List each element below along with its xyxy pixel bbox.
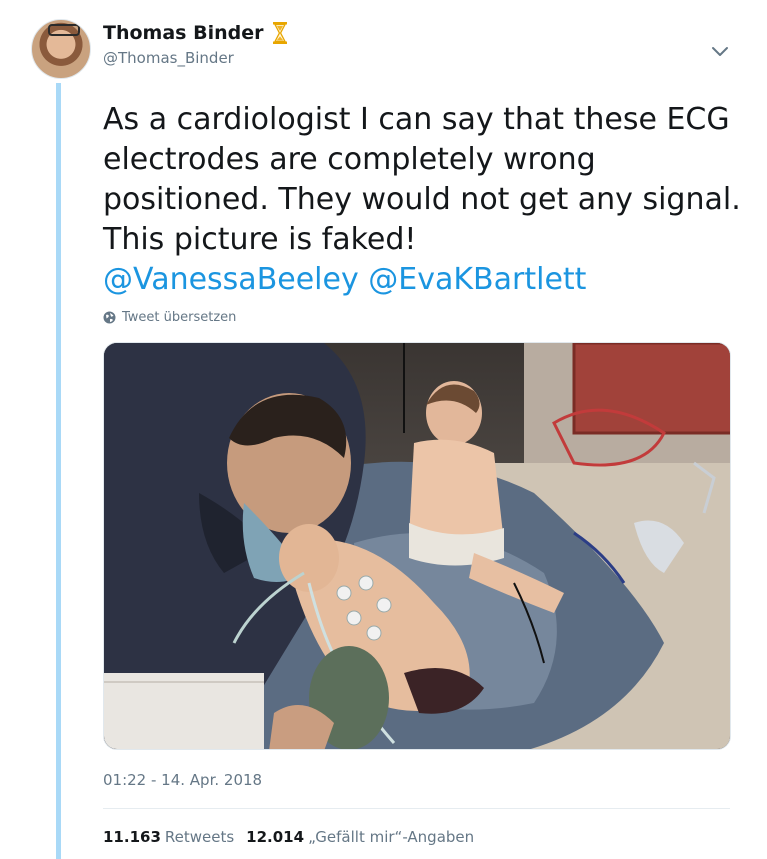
likes-count: 12.014: [246, 828, 305, 846]
retweets-stat[interactable]: 11.163 Retweets: [103, 828, 234, 846]
chevron-down-icon[interactable]: [709, 40, 731, 62]
retweets-count: 11.163: [103, 828, 161, 846]
tweet-body-text: As a cardiologist I can say that these E…: [103, 102, 741, 257]
tweet-header: Thomas Binder @Thomas_Binder: [103, 21, 288, 67]
avatar-sunglasses: [48, 24, 80, 36]
name-row: Thomas Binder: [103, 21, 288, 45]
thread-line: [56, 83, 61, 859]
author-handle[interactable]: @Thomas_Binder: [103, 49, 288, 67]
avatar[interactable]: [31, 19, 91, 79]
retweets-label: Retweets: [164, 828, 235, 846]
likes-stat[interactable]: 12.014 „Gefällt mir“-Angaben: [246, 828, 474, 846]
mention-evakbartlett[interactable]: @EvaKBartlett: [368, 262, 586, 297]
divider: [103, 808, 730, 809]
tweet-photo[interactable]: [103, 342, 731, 750]
globe-icon: [103, 311, 116, 324]
mention-vanessabeeley[interactable]: @VanessaBeeley: [103, 262, 359, 297]
tweet-timestamp[interactable]: 01:22 - 14. Apr. 2018: [103, 771, 262, 789]
hourglass-icon: [273, 22, 288, 44]
tweet-text: As a cardiologist I can say that these E…: [103, 100, 743, 300]
translate-tweet-link[interactable]: Tweet übersetzen: [103, 310, 236, 325]
likes-label: „Gefällt mir“-Angaben: [308, 828, 475, 846]
author-name[interactable]: Thomas Binder: [103, 22, 263, 44]
photo-illustration: [104, 343, 730, 749]
tweet-stats: 11.163 Retweets 12.014 „Gefällt mir“-Angab…: [103, 828, 474, 846]
translate-label: Tweet übersetzen: [122, 310, 237, 325]
